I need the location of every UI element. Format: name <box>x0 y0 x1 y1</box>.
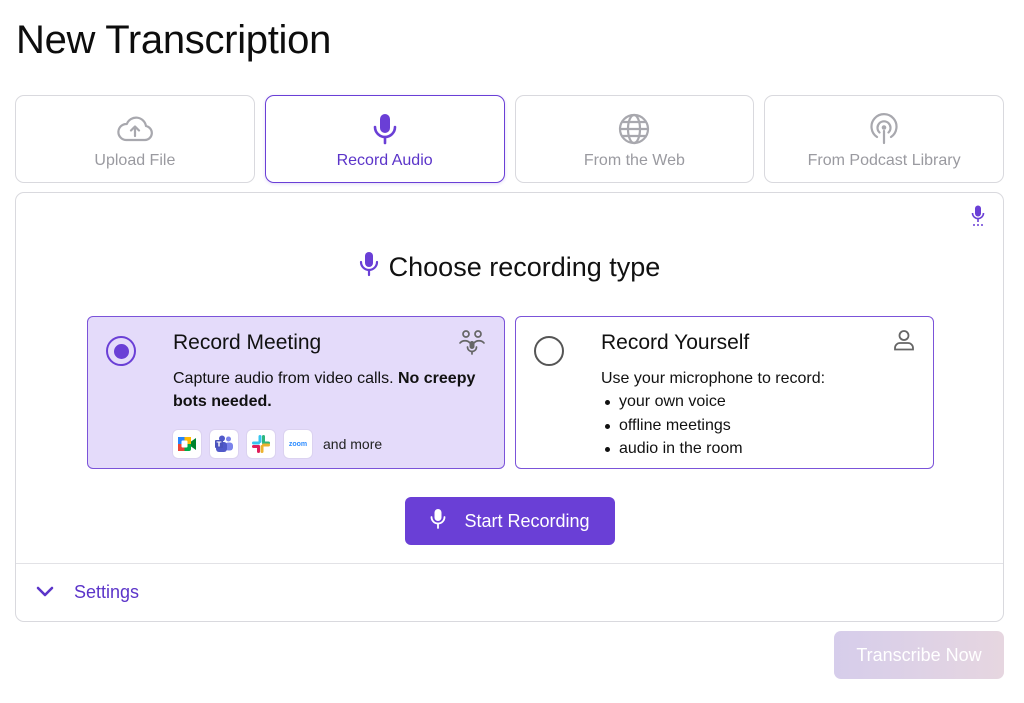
globe-icon <box>618 112 650 146</box>
record-meeting-radio[interactable] <box>106 336 136 366</box>
person-icon <box>893 329 915 356</box>
divider <box>16 563 1003 564</box>
teams-icon: T <box>210 430 238 458</box>
heading-text: Choose recording type <box>388 252 661 282</box>
source-tabs: Upload File Record Audio From the Web Fr… <box>15 95 1004 183</box>
slack-icon <box>247 430 275 458</box>
tab-from-web[interactable]: From the Web <box>514 95 755 183</box>
microphone-icon <box>372 112 398 146</box>
chevron-down-icon <box>36 582 54 603</box>
podcast-icon <box>868 112 900 146</box>
zoom-icon: zoom <box>284 430 312 458</box>
recording-type-heading: Choose recording type <box>16 251 1003 284</box>
microphone-icon <box>359 251 379 284</box>
tab-label: From the Web <box>583 152 685 169</box>
tab-label: Record Audio <box>336 152 433 169</box>
record-meeting-card[interactable]: Record Meeting Capture audio from video … <box>87 316 505 469</box>
tab-label: Upload File <box>94 152 176 169</box>
record-audio-panel: Choose recording type Record Meeting Cap… <box>15 192 1004 622</box>
svg-text:T: T <box>217 441 222 449</box>
cloud-upload-icon <box>116 112 154 146</box>
list-item: your own voice <box>601 390 743 414</box>
record-yourself-card[interactable]: Record Yourself Use your microphone to r… <box>515 316 934 469</box>
tab-podcast-library[interactable]: From Podcast Library <box>764 95 1004 183</box>
and-more-text: and more <box>323 436 383 452</box>
microphone-icon[interactable] <box>971 205 985 232</box>
page-title: New Transcription <box>16 18 332 62</box>
meeting-apps: T zoom and more <box>173 430 382 458</box>
record-yourself-radio[interactable] <box>534 336 564 366</box>
tab-upload-file[interactable]: Upload File <box>15 95 255 183</box>
meeting-people-icon <box>458 329 486 360</box>
card-description: Capture audio from video calls. No creep… <box>173 370 476 410</box>
list-item: offline meetings <box>601 414 743 438</box>
use-case-list: your own voice offline meetings audio in… <box>601 390 743 461</box>
start-recording-button[interactable]: Start Recording <box>405 497 615 545</box>
transcribe-now-button[interactable]: Transcribe Now <box>834 631 1004 679</box>
tab-record-audio[interactable]: Record Audio <box>264 95 505 183</box>
card-description: Use your microphone to record: <box>601 370 826 387</box>
tab-label: From Podcast Library <box>807 152 961 169</box>
card-title: Record Meeting <box>173 331 322 354</box>
google-meet-icon <box>173 430 201 458</box>
microphone-icon <box>430 508 446 535</box>
settings-toggle[interactable]: Settings <box>36 582 139 603</box>
settings-label: Settings <box>74 582 140 602</box>
start-recording-label: Start Recording <box>464 510 590 531</box>
card-title: Record Yourself <box>601 331 750 354</box>
list-item: audio in the room <box>601 437 743 461</box>
